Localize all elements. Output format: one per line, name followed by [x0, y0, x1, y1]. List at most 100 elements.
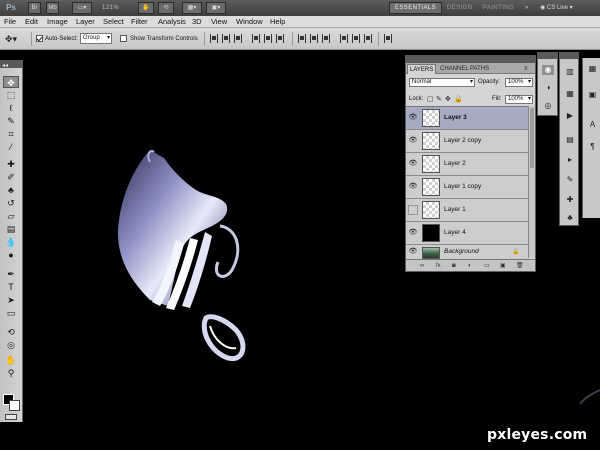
- align-left-icon[interactable]: [252, 34, 260, 43]
- layer-row[interactable]: 👁 Layer 1 copy: [406, 176, 528, 199]
- eye-icon[interactable]: 👁: [408, 159, 418, 169]
- menu-window[interactable]: Window: [236, 16, 263, 28]
- eye-icon[interactable]: 👁: [408, 136, 418, 146]
- align-vertical-center-icon[interactable]: [222, 34, 230, 43]
- 3d-panel-icon[interactable]: ◉: [542, 65, 554, 75]
- layer-row[interactable]: 👁 Layer 2 copy: [406, 130, 528, 153]
- bridge-button[interactable]: Br: [28, 2, 41, 14]
- mask-icon[interactable]: ◙: [452, 262, 456, 270]
- pen-tool[interactable]: ✒: [3, 268, 19, 280]
- layer-row[interactable]: 👁 Background 🔒: [406, 245, 528, 259]
- brush-tool[interactable]: ✐: [3, 171, 19, 183]
- eyedropper-tool[interactable]: ⁄: [3, 141, 19, 153]
- layer-row[interactable]: 👁 Layer 3: [406, 107, 528, 130]
- distribute-hcenter-icon[interactable]: [352, 34, 360, 43]
- tool-preset-picker[interactable]: ✥▾: [5, 33, 27, 45]
- distribute-right-icon[interactable]: [364, 34, 372, 43]
- histogram-icon[interactable]: ▥: [564, 67, 576, 77]
- mini-bridge-button[interactable]: Mb: [46, 2, 59, 14]
- distribute-left-icon[interactable]: [340, 34, 348, 43]
- hand-tool[interactable]: ✋: [3, 354, 19, 366]
- quick-select-tool[interactable]: ✎: [3, 115, 19, 127]
- dock-header[interactable]: [537, 52, 558, 59]
- align-right-icon[interactable]: [276, 34, 284, 43]
- menu-analysis[interactable]: Analysis: [158, 16, 186, 28]
- quick-mask-button[interactable]: [5, 414, 17, 420]
- eraser-tool[interactable]: ▱: [3, 210, 19, 222]
- swatches-icon[interactable]: ▦: [587, 64, 598, 74]
- trash-icon[interactable]: 🗑: [516, 262, 524, 270]
- shape-tool[interactable]: ▭: [3, 307, 19, 319]
- opacity-input[interactable]: 100%: [505, 78, 533, 87]
- clone-source-icon[interactable]: ♣: [564, 213, 576, 223]
- navigator-icon[interactable]: ▶: [564, 111, 576, 121]
- scrollbar-thumb[interactable]: [530, 108, 534, 168]
- layers-panel-header[interactable]: [405, 55, 536, 63]
- history-brush-tool[interactable]: ↺: [3, 197, 19, 209]
- paragraph-icon[interactable]: ¶: [587, 142, 598, 152]
- menu-edit[interactable]: Edit: [25, 16, 38, 28]
- view-extras-button[interactable]: ▭▾: [72, 2, 92, 14]
- layer-row[interactable]: 👁 Layer 2: [406, 153, 528, 176]
- adjustments-icon[interactable]: ◑: [542, 83, 554, 93]
- tab-channel[interactable]: CHANNEL: [438, 64, 471, 74]
- menu-help[interactable]: Help: [270, 16, 285, 28]
- tool-presets-icon[interactable]: ✎: [564, 175, 576, 185]
- gradient-tool[interactable]: ▤: [3, 223, 19, 235]
- lock-pixels-icon[interactable]: ✎: [436, 95, 442, 104]
- history-icon[interactable]: ▤: [564, 135, 576, 145]
- dock-header[interactable]: [559, 52, 579, 59]
- menu-select[interactable]: Select: [103, 16, 124, 28]
- eye-icon[interactable]: 👁: [408, 228, 418, 238]
- align-top-icon[interactable]: [210, 34, 218, 43]
- eye-icon[interactable]: 👁: [408, 113, 418, 123]
- dodge-tool[interactable]: ●: [3, 249, 19, 261]
- zoom-level-dropdown[interactable]: 121%: [102, 2, 119, 14]
- clone-stamp-tool[interactable]: ♣: [3, 184, 19, 196]
- eye-icon[interactable]: 👁: [408, 182, 418, 192]
- eye-hidden-icon[interactable]: ·: [408, 205, 418, 215]
- align-horizontal-center-icon[interactable]: [264, 34, 272, 43]
- character-icon[interactable]: A: [587, 120, 598, 130]
- distribute-vcenter-icon[interactable]: [310, 34, 318, 43]
- type-tool[interactable]: T: [3, 281, 19, 293]
- auto-select-checkbox[interactable]: [36, 35, 43, 42]
- auto-select-dropdown[interactable]: Group: [80, 33, 112, 44]
- distribute-top-icon[interactable]: [298, 34, 306, 43]
- layer-row[interactable]: · Layer 1: [406, 199, 528, 222]
- align-bottom-icon[interactable]: [234, 34, 242, 43]
- menu-3d[interactable]: 3D: [192, 16, 202, 28]
- group-icon[interactable]: ▭: [484, 262, 490, 270]
- menu-file[interactable]: File: [4, 16, 16, 28]
- screen-mode-button[interactable]: ▣▾: [206, 2, 226, 14]
- blur-tool[interactable]: 💧: [3, 236, 19, 248]
- adjustment-icon[interactable]: ◐: [468, 262, 472, 270]
- crop-tool[interactable]: ⌗: [3, 128, 19, 140]
- layers-scrollbar[interactable]: [528, 106, 535, 258]
- actions-icon[interactable]: ▸: [564, 155, 576, 165]
- menu-layer[interactable]: Layer: [76, 16, 95, 28]
- fx-icon[interactable]: fx: [436, 262, 441, 270]
- styles-icon[interactable]: ▣: [587, 90, 598, 100]
- lock-all-icon[interactable]: 🔒: [454, 95, 463, 104]
- 3d-camera-tool[interactable]: ◎: [3, 339, 19, 351]
- lock-position-icon[interactable]: ✥: [445, 95, 451, 104]
- marquee-tool[interactable]: ⬚: [3, 89, 19, 101]
- move-tool[interactable]: ✥: [3, 76, 19, 88]
- menu-filter[interactable]: Filter: [131, 16, 148, 28]
- show-transform-checkbox[interactable]: [120, 35, 127, 42]
- menu-image[interactable]: Image: [47, 16, 68, 28]
- tab-paths[interactable]: PATHS: [468, 64, 491, 74]
- zoom-tool[interactable]: ⚲: [3, 367, 19, 379]
- hand-zoom-button[interactable]: ✋: [138, 2, 154, 14]
- tools-panel-header[interactable]: ◂◂: [0, 60, 23, 69]
- healing-brush-tool[interactable]: ✚: [3, 158, 19, 170]
- lasso-tool[interactable]: ℓ: [3, 102, 19, 114]
- cs-live-button[interactable]: ◉ CS Live ▾: [540, 2, 573, 14]
- brushes-icon[interactable]: ✚: [564, 195, 576, 205]
- workspace-design[interactable]: DESIGN: [447, 2, 472, 14]
- panel-menu-icon[interactable]: ≡: [522, 64, 530, 74]
- link-icon[interactable]: ∞: [420, 262, 424, 270]
- fill-input[interactable]: 100%: [505, 95, 533, 104]
- workspace-essentials[interactable]: ESSENTIALS: [389, 2, 443, 14]
